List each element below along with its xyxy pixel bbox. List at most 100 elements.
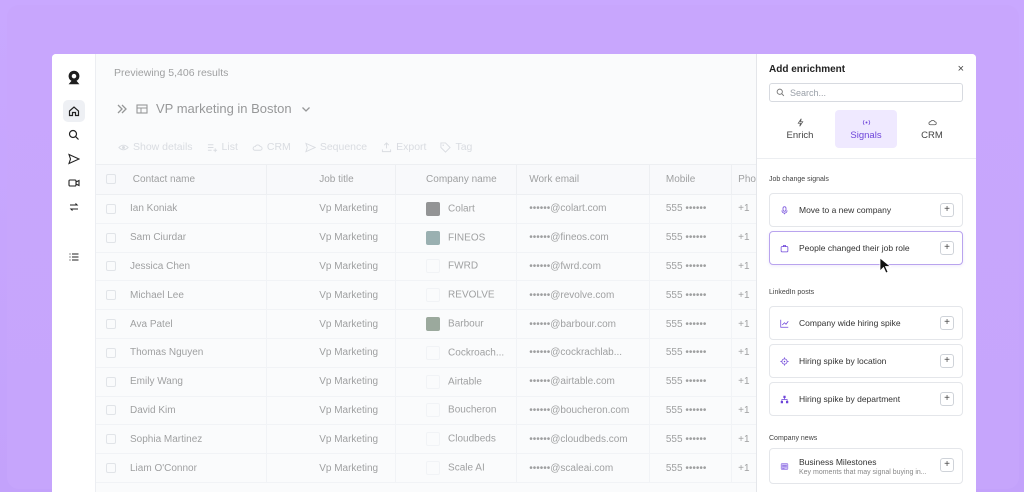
nav-lists[interactable] (63, 246, 85, 268)
contact-name-cell[interactable]: Sam Ciurdar (96, 223, 268, 253)
add-signal-button[interactable]: + (940, 354, 954, 368)
add-signal-button[interactable]: + (940, 316, 954, 330)
chevron-down-icon[interactable] (300, 103, 312, 115)
phone-cell[interactable]: +1 (731, 338, 756, 368)
company-cell[interactable]: REVOLVE (395, 280, 518, 311)
company-cell[interactable]: Colart (395, 194, 518, 224)
phone-cell[interactable]: +1 (731, 252, 756, 282)
mobile-cell[interactable]: 555 •••••• (649, 252, 733, 282)
table-row[interactable]: Ava Patel Vp Marketing Barbour ••••••@barbo… (96, 309, 756, 339)
row-checkbox[interactable] (106, 376, 116, 387)
phone-cell[interactable]: +1 (731, 367, 756, 397)
header-contact-name[interactable]: Contact name (96, 164, 268, 195)
work-email-cell[interactable]: ••••••@revolve.com (516, 280, 650, 311)
row-checkbox[interactable] (106, 232, 116, 243)
company-cell[interactable]: Boucheron (395, 396, 518, 426)
row-checkbox[interactable] (106, 347, 116, 358)
header-company-name[interactable]: Company name (395, 164, 518, 195)
phone-cell[interactable]: +1 (731, 223, 756, 253)
row-checkbox[interactable] (106, 261, 116, 272)
phone-cell[interactable]: +1 (731, 194, 756, 224)
signal-hiring-by-department[interactable]: Hiring spike by department + (769, 382, 963, 416)
table-row[interactable]: David Kim Vp Marketing Boucheron ••••••@bou… (96, 396, 756, 426)
phone-cell[interactable]: +1 (731, 424, 756, 455)
mobile-cell[interactable]: 555 •••••• (649, 280, 733, 311)
signal-move-company[interactable]: Move to a new company + (769, 193, 963, 227)
tab-signals[interactable]: Signals (835, 110, 897, 148)
company-cell[interactable]: Barbour (395, 309, 518, 339)
sequence-button[interactable]: Sequence (304, 141, 367, 153)
work-email-cell[interactable]: ••••••@fwrd.com (516, 252, 650, 282)
table-row[interactable]: Sophia Martinez Vp Marketing Cloudbeds ••••… (96, 424, 756, 455)
contact-name-cell[interactable]: David Kim (96, 396, 268, 426)
tag-button[interactable]: Tag (440, 141, 472, 153)
table-row[interactable]: Thomas Nguyen Vp Marketing Cockroach... •••… (96, 338, 756, 368)
nav-search[interactable] (63, 124, 85, 146)
mobile-cell[interactable]: 555 •••••• (649, 338, 733, 368)
phone-cell[interactable]: +1 (731, 280, 756, 311)
work-email-cell[interactable]: ••••••@airtable.com (516, 367, 650, 397)
row-checkbox[interactable] (106, 434, 116, 445)
double-chevron-right-icon[interactable] (116, 103, 128, 115)
table-row[interactable]: Michael Lee Vp Marketing REVOLVE ••••••@rev… (96, 280, 756, 311)
company-cell[interactable]: Scale AI (395, 453, 518, 483)
contact-name-cell[interactable]: Ian Koniak (96, 194, 268, 224)
contact-name-cell[interactable]: Emily Wang (96, 367, 268, 397)
table-row[interactable]: Jessica Chen Vp Marketing FWRD ••••••@fwrd.… (96, 252, 756, 282)
row-checkbox[interactable] (106, 318, 116, 329)
phone-cell[interactable]: +1 (731, 309, 756, 339)
table-row[interactable]: Sam Ciurdar Vp Marketing FINEOS ••••••@fine… (96, 223, 756, 253)
contact-name-cell[interactable]: Jessica Chen (96, 252, 268, 282)
nav-video[interactable] (63, 172, 85, 194)
panel-search-input[interactable]: Search... (769, 83, 963, 102)
work-email-cell[interactable]: ••••••@fineos.com (516, 223, 650, 253)
company-cell[interactable]: FINEOS (395, 223, 518, 253)
table-row[interactable]: Emily Wang Vp Marketing Airtable ••••••@air… (96, 367, 756, 397)
contact-name-cell[interactable]: Thomas Nguyen (96, 338, 268, 368)
contact-name-cell[interactable]: Ava Patel (96, 309, 268, 339)
close-icon[interactable]: × (958, 63, 964, 75)
add-signal-button[interactable]: + (940, 203, 954, 217)
tab-crm[interactable]: CRM (901, 110, 963, 148)
company-cell[interactable]: Cockroach... (395, 338, 518, 368)
nav-sync[interactable] (63, 196, 85, 218)
mobile-cell[interactable]: 555 •••••• (649, 309, 733, 339)
work-email-cell[interactable]: ••••••@barbour.com (516, 309, 650, 339)
signal-company-hiring-spike[interactable]: Company wide hiring spike + (769, 306, 963, 340)
phone-cell[interactable]: +1 (731, 396, 756, 426)
company-cell[interactable]: Airtable (395, 367, 518, 397)
signal-hiring-by-location[interactable]: Hiring spike by location + (769, 344, 963, 378)
list-button[interactable]: List (207, 141, 238, 153)
signal-job-role-change[interactable]: People changed their job role + (769, 231, 963, 265)
mobile-cell[interactable]: 555 •••••• (649, 367, 733, 397)
export-button[interactable]: Export (381, 141, 426, 153)
signal-business-milestones[interactable]: Business Milestones Key moments that may… (769, 448, 963, 484)
contact-name-cell[interactable]: Sophia Martinez (96, 424, 268, 455)
work-email-cell[interactable]: ••••••@scaleai.com (516, 453, 650, 483)
row-checkbox[interactable] (106, 405, 116, 416)
select-all-checkbox[interactable] (106, 174, 116, 185)
row-checkbox[interactable] (106, 290, 116, 301)
row-checkbox[interactable] (106, 203, 116, 214)
row-checkbox[interactable] (106, 462, 116, 473)
work-email-cell[interactable]: ••••••@cockrachlab... (516, 338, 650, 368)
work-email-cell[interactable]: ••••••@cloudbeds.com (516, 424, 650, 455)
list-title[interactable]: VP marketing in Boston (156, 101, 292, 116)
show-details-button[interactable]: Show details (118, 141, 193, 153)
company-cell[interactable]: FWRD (395, 252, 518, 282)
contact-name-cell[interactable]: Liam O'Connor (96, 453, 268, 483)
tab-enrich[interactable]: Enrich (769, 110, 831, 148)
mobile-cell[interactable]: 555 •••••• (649, 396, 733, 426)
mobile-cell[interactable]: 555 •••••• (649, 453, 733, 483)
company-cell[interactable]: Cloudbeds (395, 424, 518, 455)
work-email-cell[interactable]: ••••••@boucheron.com (516, 396, 650, 426)
header-mobile[interactable]: Mobile (649, 164, 733, 195)
mobile-cell[interactable]: 555 •••••• (649, 194, 733, 224)
work-email-cell[interactable]: ••••••@colart.com (516, 194, 650, 224)
add-signal-button[interactable]: + (940, 392, 954, 406)
add-signal-button[interactable]: + (940, 241, 954, 255)
mobile-cell[interactable]: 555 •••••• (649, 424, 733, 455)
header-work-email[interactable]: Work email (516, 164, 650, 195)
add-signal-button[interactable]: + (940, 458, 954, 472)
crm-button[interactable]: CRM (252, 141, 291, 153)
